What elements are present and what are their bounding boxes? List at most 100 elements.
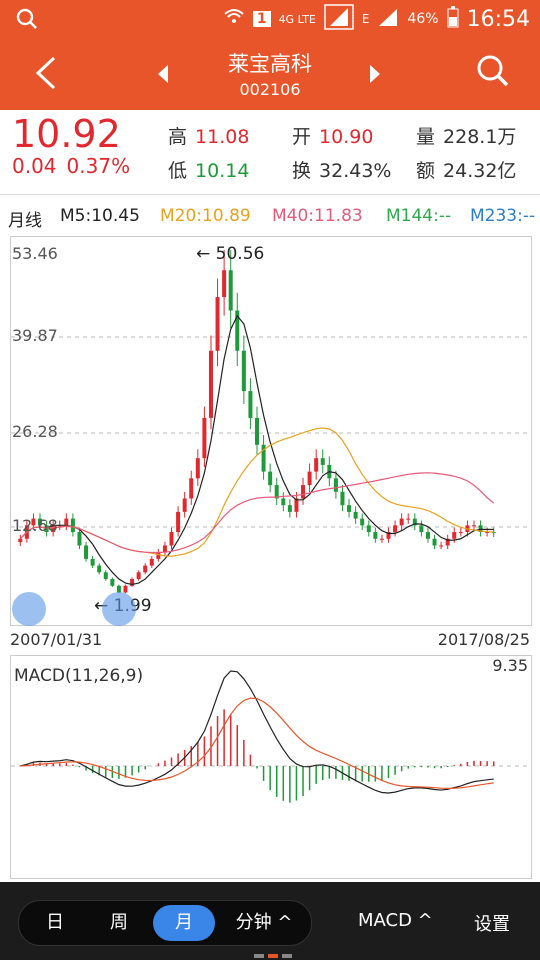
macd-plot: [11, 670, 531, 803]
high-cell: 高 11.08: [168, 122, 249, 149]
candle: [169, 532, 174, 546]
low-label: 低: [168, 160, 188, 182]
period-month[interactable]: 月: [153, 905, 215, 941]
ma-item-20: M20:10.89: [160, 206, 251, 226]
candle: [241, 350, 246, 392]
candle: [366, 525, 371, 533]
candle: [189, 478, 194, 499]
candle: [149, 558, 154, 566]
macd-title: MACD(11,26,9): [14, 666, 144, 686]
bottom-bar: 日 周 月 分钟 ^ MACD ^ 设置: [0, 882, 540, 960]
high-label: 高: [168, 126, 188, 148]
low-value: 10.14: [195, 160, 250, 182]
candle: [314, 458, 319, 472]
candle: [379, 538, 384, 540]
indicator-button[interactable]: MACD ^: [358, 910, 433, 931]
ma-item-5: M5:10.45: [60, 206, 140, 226]
kline-plot: [11, 250, 531, 594]
change-value: 0.04: [12, 154, 57, 178]
period-day[interactable]: 日: [19, 901, 91, 945]
change-percent: 0.37%: [66, 154, 131, 178]
candle: [373, 532, 378, 539]
candle: [307, 471, 312, 486]
ma-item-233: M233:--: [470, 206, 536, 226]
start-date: 2007/01/31: [10, 630, 103, 649]
candle: [425, 532, 430, 539]
search-icon: [16, 8, 38, 34]
candle: [103, 572, 108, 580]
ma-line: [19, 472, 495, 554]
period-week[interactable]: 周: [87, 901, 151, 945]
crosshair-handle[interactable]: [102, 592, 136, 626]
quote-panel: 10.92 0.04 0.37% 高 11.08 低 10.14 开 10.90 换 32…: [0, 110, 540, 195]
candle: [347, 505, 352, 512]
battery-icon: [447, 6, 459, 32]
candle: [255, 417, 259, 445]
candle: [195, 458, 200, 479]
candle: [143, 565, 148, 573]
sim-badge: 1: [252, 11, 271, 27]
candle: [287, 505, 292, 512]
settings-button[interactable]: 设置: [474, 910, 510, 936]
battery-text: 46%: [407, 11, 439, 27]
candle: [208, 350, 213, 418]
search-icon[interactable]: [476, 54, 510, 92]
candle: [353, 511, 358, 519]
amount-value: 24.32亿: [443, 160, 517, 182]
y-tick-12: 12.68: [12, 516, 58, 535]
y-tick-53: 53.46: [12, 244, 58, 263]
candle: [294, 498, 299, 512]
left-arrow-icon: ←: [196, 244, 211, 264]
period-minute[interactable]: 分钟 ^: [219, 901, 309, 945]
candle: [268, 471, 273, 486]
ma-item-144: M144:--: [386, 206, 452, 226]
macd-max: 9.35: [492, 656, 528, 675]
low-cell: 低 10.14: [168, 156, 249, 183]
kline-chart[interactable]: [10, 236, 532, 626]
amount-cell: 额 24.32亿: [416, 156, 516, 183]
candle: [340, 491, 345, 506]
candle: [162, 545, 167, 553]
data-badge: E: [361, 12, 370, 26]
stock-code: 002106: [239, 80, 301, 99]
turnover-label: 换: [292, 160, 312, 182]
macd-chart[interactable]: [10, 655, 532, 879]
ma-item-40: M40:11.83: [272, 206, 363, 226]
candle: [439, 545, 444, 547]
candle: [222, 270, 227, 298]
candle: [248, 391, 253, 418]
candle: [123, 585, 128, 593]
candle: [406, 518, 411, 520]
candle: [393, 525, 398, 533]
turnover-cell: 换 32.43%: [292, 156, 391, 183]
candle: [471, 525, 476, 527]
open-label: 开: [292, 126, 312, 148]
candle: [64, 518, 69, 526]
clock: 16:54: [466, 6, 530, 32]
macd-line: [20, 670, 494, 794]
candle: [90, 558, 95, 566]
candle: [70, 518, 75, 533]
candle: [176, 511, 181, 533]
candle: [182, 498, 187, 512]
candle: [333, 478, 338, 492]
candle: [77, 532, 82, 546]
period-label: 月线: [8, 211, 42, 231]
volume-cell: 量 228.1万: [416, 122, 516, 149]
page-indicator: [254, 954, 292, 958]
title-bar: 莱宝高科 002106: [0, 38, 540, 110]
candle: [202, 417, 207, 459]
signal-icon: [324, 4, 354, 34]
y-tick-39: 39.87: [12, 326, 58, 345]
candle: [18, 538, 23, 543]
candle: [281, 498, 286, 506]
current-price: 10.92: [12, 112, 121, 156]
candle: [110, 579, 115, 586]
volume-value: 228.1万: [443, 126, 517, 148]
candle: [419, 525, 424, 533]
crosshair-handle[interactable]: [12, 592, 46, 626]
next-stock-icon[interactable]: [368, 64, 382, 88]
ma-legend: 月线 M5:10.45 M20:10.89 M40:11.83 M144:-- …: [0, 204, 540, 232]
candle: [320, 458, 325, 465]
stock-name: 莱宝高科: [228, 52, 312, 76]
